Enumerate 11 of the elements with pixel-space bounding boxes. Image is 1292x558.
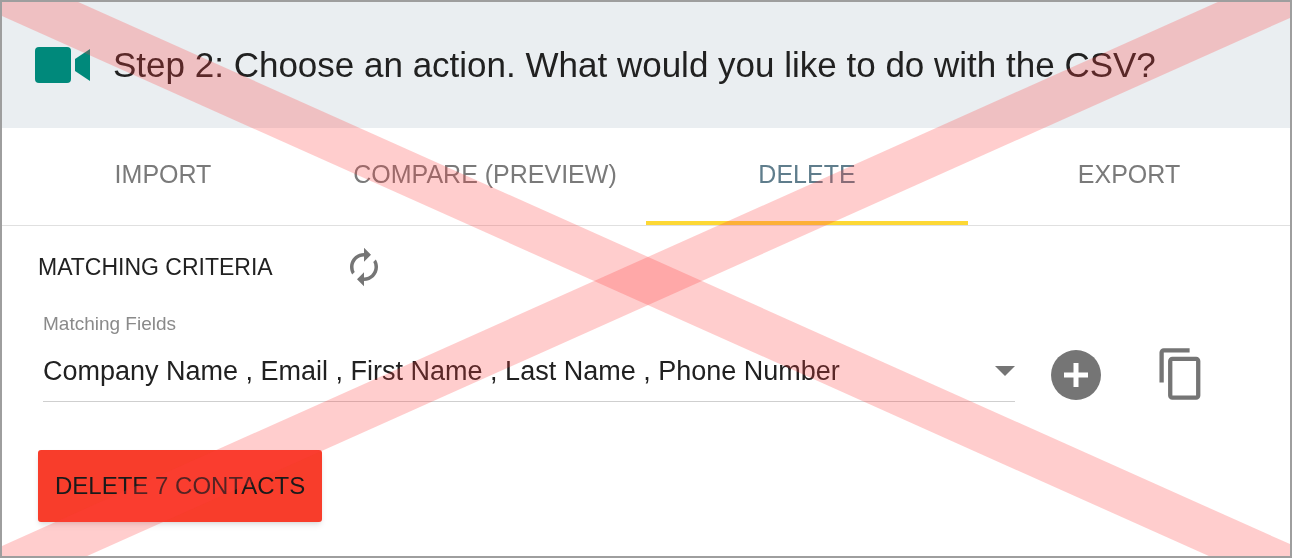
tab[interactable]: EXPORT <box>968 128 1290 225</box>
section-title: MATCHING CRITERIA <box>38 252 273 282</box>
video-camera-icon <box>35 47 91 83</box>
tab[interactable]: COMPARE (PREVIEW) <box>324 128 646 225</box>
matching-fields-dropdown[interactable]: Matching Fields Company Name , Email , First Name , Last Name , Phone Number <box>43 310 1015 402</box>
caret-icon <box>995 365 1015 376</box>
header-title: Step 2: Choose an action. What would you like to do with the CSV? <box>113 43 1156 86</box>
tab[interactable]: IMPORT <box>2 128 324 225</box>
delete-contacts-button[interactable]: DELETE 7 CONTACTS <box>38 450 323 522</box>
tab[interactable]: DELETE <box>646 128 968 225</box>
add-icon[interactable] <box>1051 350 1101 400</box>
